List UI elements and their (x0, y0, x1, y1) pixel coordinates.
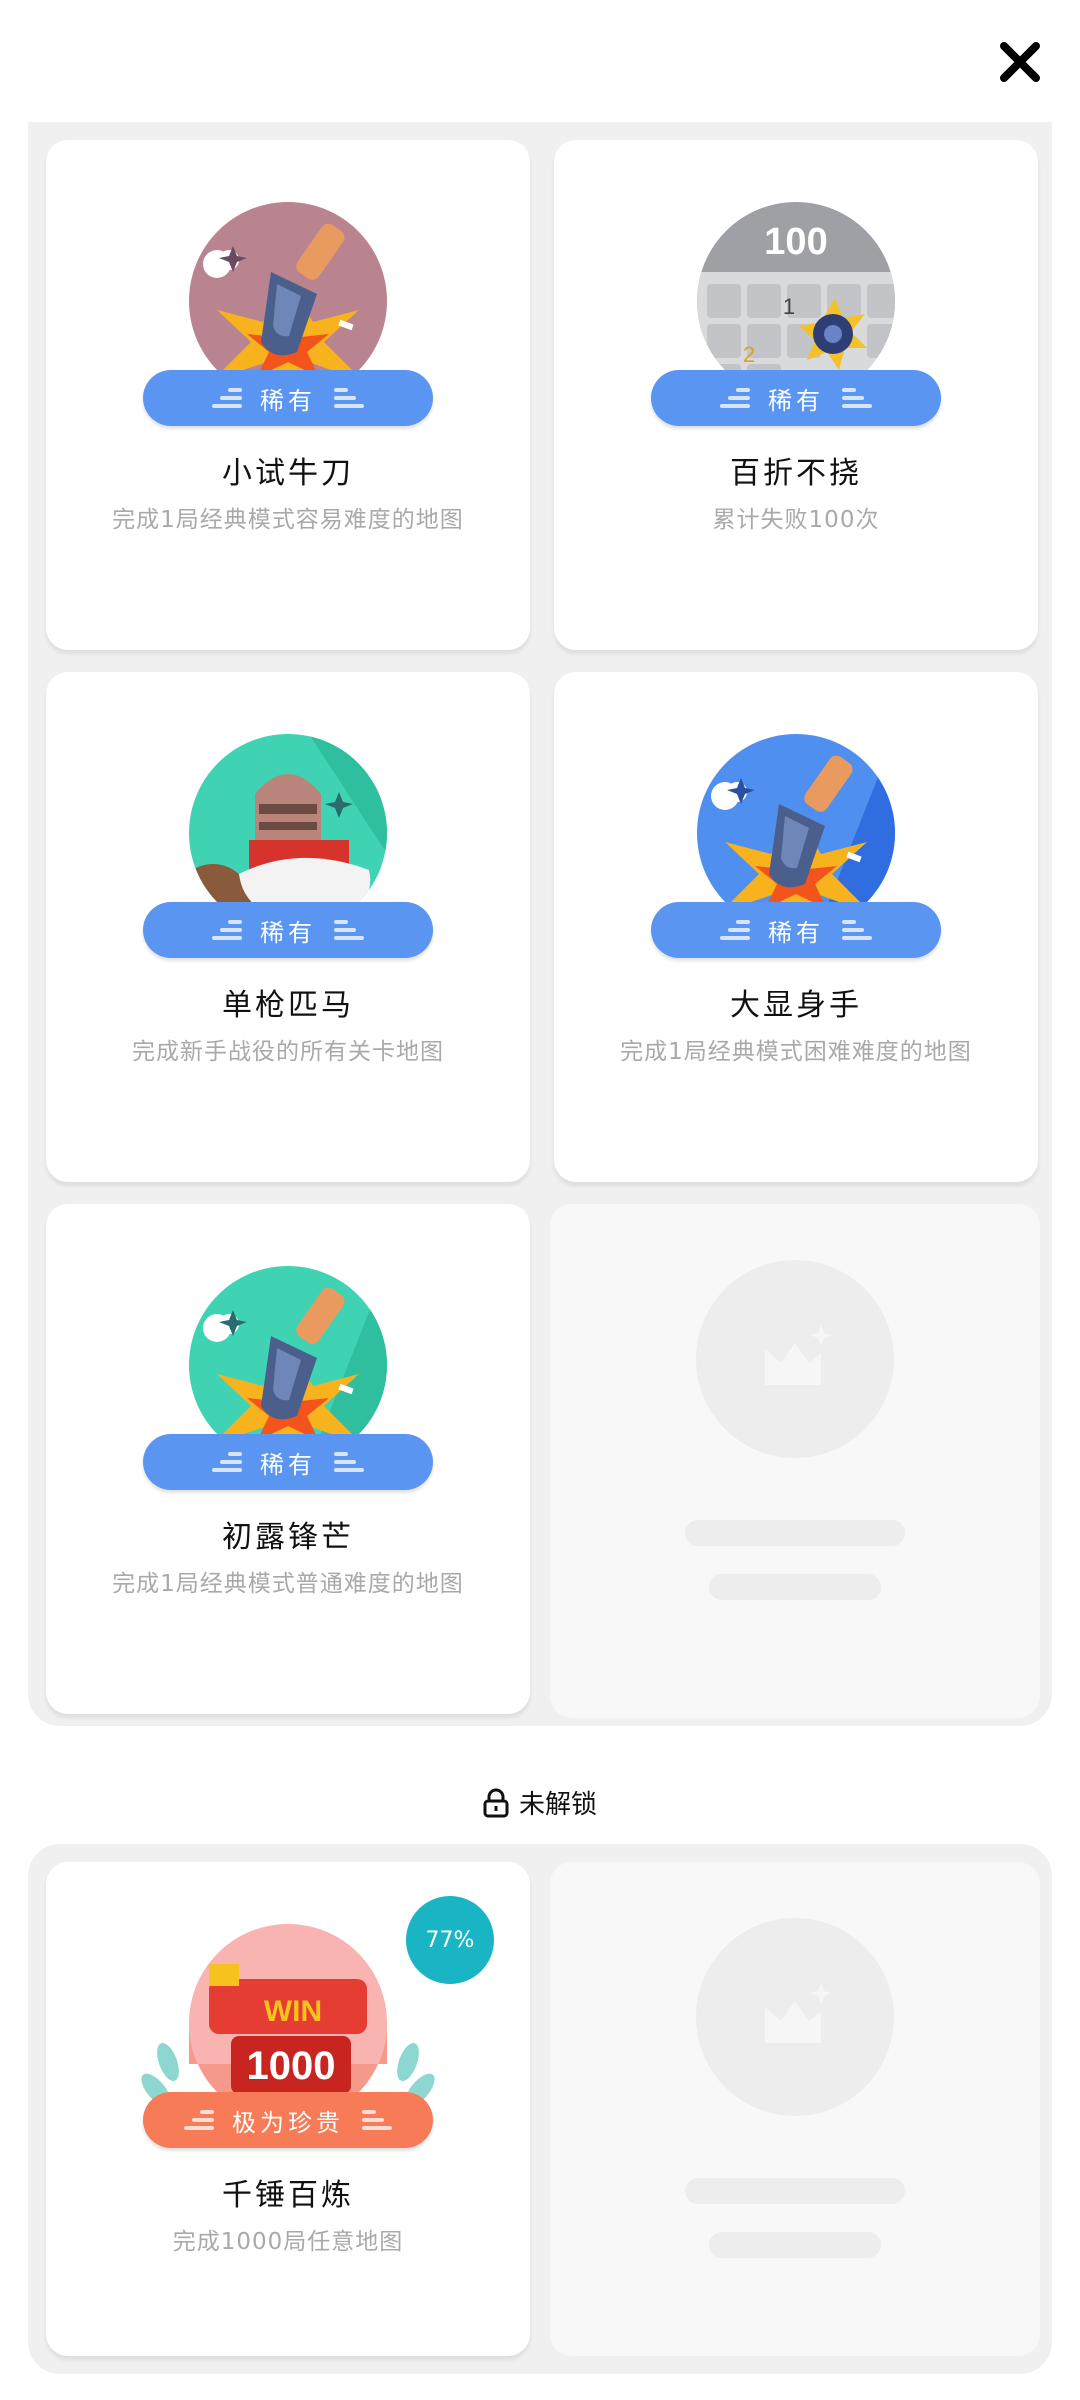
placeholder-crown-icon (696, 1260, 894, 1458)
achievement-desc: 完成新手战役的所有关卡地图 (132, 1039, 444, 1065)
placeholder-title-bar (685, 2178, 905, 2204)
ribbon-decoration-right (334, 1448, 364, 1476)
lock-icon (483, 1788, 509, 1817)
ribbon-decoration-left (212, 1448, 242, 1476)
rarity-ribbon: 稀有 (143, 902, 433, 958)
achievement-desc: 累计失败100次 (712, 507, 880, 533)
achievement-title: 初露锋芒 (222, 1520, 354, 1555)
achievement-desc: 完成1局经典模式困难难度的地图 (620, 1039, 972, 1065)
rarity-ribbon: 稀有 (651, 370, 941, 426)
achievement-title: 小试牛刀 (222, 456, 354, 491)
placeholder-crown-icon (696, 1918, 894, 2116)
achievement-card-3[interactable]: 稀有 单枪匹马 完成新手战役的所有关卡地图 (46, 672, 530, 1182)
ribbon-decoration-left (212, 384, 242, 412)
empty-achievement-slot (550, 1862, 1040, 2356)
badge: 稀有 (143, 734, 433, 958)
achievement-desc: 完成1000局任意地图 (172, 2229, 404, 2255)
close-icon[interactable] (996, 38, 1044, 86)
locked-section-label: 未解锁 (518, 1790, 597, 1820)
placeholder-desc-bar (709, 1574, 881, 1600)
ribbon-decoration-right (334, 384, 364, 412)
rarity-ribbon: 稀有 (143, 1434, 433, 1490)
badge: 稀有 (143, 1266, 433, 1490)
ribbon-decoration-left (184, 2106, 214, 2134)
ribbon-decoration-right (842, 916, 872, 944)
achievement-title: 千锤百炼 (222, 2178, 354, 2213)
ribbon-decoration-left (720, 384, 750, 412)
achievement-card-5[interactable]: 稀有 初露锋芒 完成1局经典模式普通难度的地图 (46, 1204, 530, 1714)
placeholder-desc-bar (709, 2232, 881, 2258)
achievement-title: 百折不挠 (730, 456, 862, 491)
rarity-label: 稀有 (768, 386, 824, 415)
achievement-card-4[interactable]: 稀有 大显身手 完成1局经典模式困难难度的地图 (554, 672, 1038, 1182)
ribbon-decoration-right (334, 916, 364, 944)
rarity-label: 稀有 (768, 918, 824, 947)
rarity-label: 稀有 (260, 918, 316, 947)
achievement-card-2[interactable]: 100 1 2 稀有 百折不挠 累计失败100次 (554, 140, 1038, 650)
achievement-card-locked-1[interactable]: 77% WIN 1000 极为珍贵 千锤百炼 完成1000局任意地图 (46, 1862, 530, 2356)
empty-achievement-slot (550, 1204, 1040, 1718)
rarity-ribbon: 稀有 (651, 902, 941, 958)
badge: 稀有 (651, 734, 941, 958)
unlocked-achievements-grid: 稀有 小试牛刀 完成1局经典模式容易难度的地图 100 1 2 稀有 百折不挠 … (28, 122, 1052, 1726)
badge: WIN 1000 极为珍贵 (141, 1924, 435, 2148)
achievement-desc: 完成1局经典模式普通难度的地图 (112, 1571, 464, 1597)
locked-achievements-grid: 77% WIN 1000 极为珍贵 千锤百炼 完成1000局任意地图 (28, 1844, 1052, 2374)
rarity-label: 极为珍贵 (232, 2108, 344, 2137)
placeholder-title-bar (685, 1520, 905, 1546)
badge: 稀有 (143, 202, 433, 426)
tile-number: 2 (743, 342, 755, 367)
ribbon-decoration-right (842, 384, 872, 412)
achievement-desc: 完成1局经典模式容易难度的地图 (112, 507, 464, 533)
locked-section-header: 未解锁 (0, 1784, 1080, 1821)
rarity-label: 稀有 (260, 1450, 316, 1479)
achievement-title: 单枪匹马 (222, 988, 354, 1023)
ribbon-decoration-left (212, 916, 242, 944)
rarity-ribbon: 稀有 (143, 370, 433, 426)
ribbon-decoration-right (362, 2106, 392, 2134)
rarity-ribbon: 极为珍贵 (143, 2092, 433, 2148)
badge: 100 1 2 稀有 (651, 202, 941, 426)
tile-number: 1 (783, 294, 795, 319)
ribbon-decoration-left (720, 916, 750, 944)
achievement-card-1[interactable]: 稀有 小试牛刀 完成1局经典模式容易难度的地图 (46, 140, 530, 650)
achievement-title: 大显身手 (730, 988, 862, 1023)
icon-number: 100 (764, 221, 827, 263)
rarity-label: 稀有 (260, 386, 316, 415)
